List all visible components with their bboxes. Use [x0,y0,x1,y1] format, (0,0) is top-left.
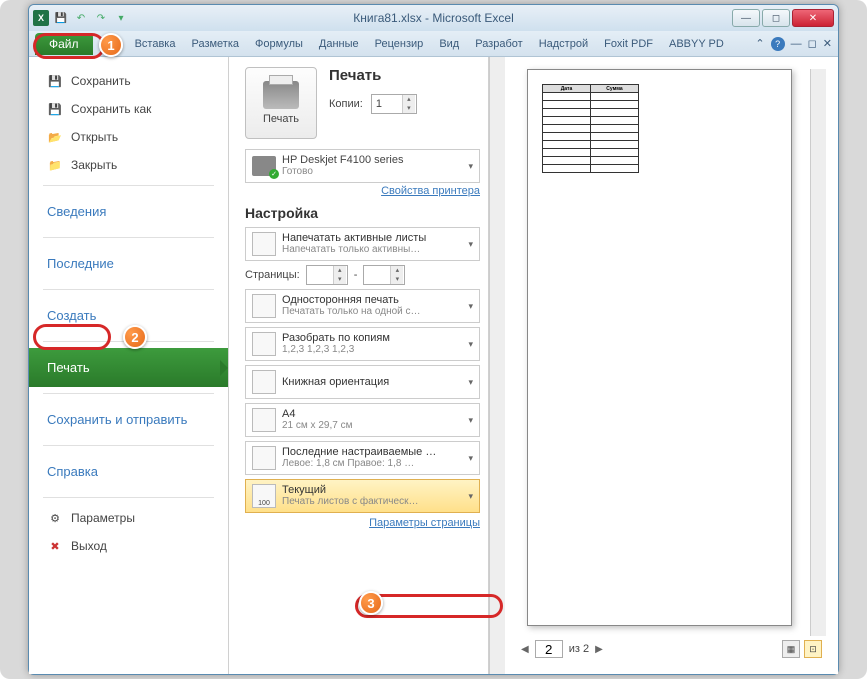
title-bar: X 💾 ↶ ↷ ▾ Книга81.xlsx - Microsoft Excel… [29,5,838,31]
collate-icon [252,332,276,356]
tab-layout[interactable]: Разметка [183,34,247,54]
nav-exit[interactable]: ✖Выход [29,532,228,560]
backstage-nav: 💾Сохранить 💾Сохранить как 📂Открыть 📁Закр… [29,57,229,674]
ribbon-tabs: Файл ая Вставка Разметка Формулы Данные … [29,31,838,57]
exit-icon: ✖ [47,538,63,554]
window-title: Книга81.xlsx - Microsoft Excel [353,11,513,25]
preview-footer: ◀ из 2 ▶ ▦ ⊡ [517,636,826,662]
chevron-down-icon: ▾ [468,415,473,426]
preview-scrollbar[interactable] [810,69,826,636]
print-settings-panel: Печать Печать Копии: 1 HP Deskjet F4100 … [229,57,489,674]
pages-to-spinner[interactable] [363,265,405,285]
show-margins-button[interactable]: ▦ [782,640,800,658]
help-icon[interactable]: ? [771,37,785,51]
page-setup-link[interactable]: Параметры страницы [245,517,480,529]
chevron-down-icon: ▾ [468,339,473,350]
print-preview-panel: ДатаСумма ◀ из 2 ▶ ▦ ⊡ [505,57,838,674]
tab-addins[interactable]: Надстрой [531,34,596,54]
scaling-icon: 100 [252,484,276,508]
nav-save[interactable]: 💾Сохранить [29,67,228,95]
settings-heading: Настройка [245,205,480,221]
nav-save-as[interactable]: 💾Сохранить как [29,95,228,123]
option-one-sided[interactable]: Односторонняя печатьПечатать только на о… [245,289,480,323]
chevron-down-icon: ▾ [468,377,473,388]
print-button[interactable]: Печать [245,67,317,139]
nav-send[interactable]: Сохранить и отправить [29,400,228,439]
printer-selector[interactable]: HP Deskjet F4100 series Готово ▾ [245,149,480,183]
settings-scrollbar[interactable] [489,57,505,674]
maximize-button[interactable]: ◻ [762,9,790,27]
close-button[interactable]: ✕ [792,9,834,27]
nav-recent[interactable]: Последние [29,244,228,283]
chevron-down-icon: ▾ [468,301,473,312]
nav-open[interactable]: 📂Открыть [29,123,228,151]
nav-help[interactable]: Справка [29,452,228,491]
annotation-badge: 1 [99,33,123,57]
option-collate[interactable]: Разобрать по копиям1,2,3 1,2,3 1,2,3 ▾ [245,327,480,361]
nav-info[interactable]: Сведения [29,192,228,231]
chevron-down-icon: ▾ [468,161,473,172]
next-page-button[interactable]: ▶ [595,644,603,655]
option-orientation[interactable]: Книжная ориентация ▾ [245,365,480,399]
sheets-icon [252,232,276,256]
options-icon: ⚙ [47,510,63,526]
tab-insert[interactable]: Вставка [127,34,184,54]
tab-developer[interactable]: Разработ [467,34,530,54]
margins-icon [252,446,276,470]
orientation-icon [252,370,276,394]
printer-device-icon [252,156,276,176]
nav-close[interactable]: 📁Закрыть [29,151,228,179]
printer-properties-link[interactable]: Свойства принтера [245,185,480,197]
option-margins[interactable]: Последние настраиваемые …Левое: 1,8 см П… [245,441,480,475]
close-folder-icon: 📁 [47,157,63,173]
zoom-to-page-button[interactable]: ⊡ [804,640,822,658]
qat-redo-icon[interactable]: ↷ [93,10,109,26]
tab-abbyy[interactable]: ABBYY PD [661,34,732,54]
tab-review[interactable]: Рецензир [367,34,432,54]
annotation-badge: 2 [123,325,147,349]
annotation-badge: 3 [359,591,383,615]
tab-foxit[interactable]: Foxit PDF [596,34,661,54]
tab-view[interactable]: Вид [431,34,467,54]
printer-name: HP Deskjet F4100 series [282,154,462,166]
tab-data[interactable]: Данные [311,34,367,54]
ribbon-collapse-icon[interactable]: ⌃ [755,37,764,50]
excel-icon: X [33,10,49,26]
page-number-input[interactable] [535,640,563,658]
option-print-active[interactable]: Напечатать активные листыНапечатать толь… [245,227,480,261]
copies-label: Копии: [329,98,363,110]
tab-formulas[interactable]: Формулы [247,34,311,54]
save-icon: 💾 [47,73,63,89]
paper-icon [252,408,276,432]
preview-page: ДатаСумма [527,69,792,626]
minimize-button[interactable]: — [732,9,760,27]
doc-minimize-icon[interactable]: — [791,38,802,50]
qat-more-icon[interactable]: ▾ [113,10,129,26]
chevron-down-icon: ▾ [468,239,473,250]
tab-file[interactable]: Файл [35,33,93,55]
pages-from-spinner[interactable] [306,265,348,285]
doc-restore-icon[interactable]: ◻ [808,37,817,50]
save-as-icon: 💾 [47,101,63,117]
doc-close-icon[interactable]: ✕ [823,37,832,50]
one-sided-icon [252,294,276,318]
option-paper[interactable]: A421 см x 29,7 см ▾ [245,403,480,437]
qat-save-icon[interactable]: 💾 [53,10,69,26]
page-total-label: из 2 [569,643,589,655]
printer-icon [263,81,299,109]
preview-table: ДатаСумма [542,84,639,173]
prev-page-button[interactable]: ◀ [521,644,529,655]
option-scaling[interactable]: 100 ТекущийПечать листов с фактическ… ▾ [245,479,480,513]
qat-undo-icon[interactable]: ↶ [73,10,89,26]
print-heading: Печать [329,67,417,84]
chevron-down-icon: ▾ [468,491,473,502]
chevron-down-icon: ▾ [468,453,473,464]
pages-label: Страницы: [245,269,300,281]
copies-spinner[interactable]: 1 [371,94,417,114]
open-icon: 📂 [47,129,63,145]
nav-print[interactable]: Печать [29,348,228,387]
nav-options[interactable]: ⚙Параметры [29,504,228,532]
printer-status: Готово [282,166,462,178]
